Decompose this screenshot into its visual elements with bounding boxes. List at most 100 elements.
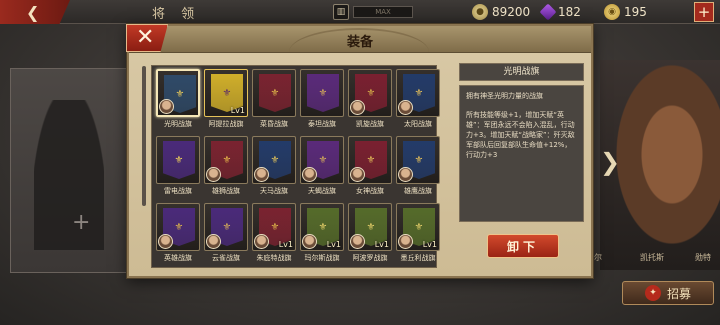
flag-card: ⚜ — [300, 69, 344, 117]
gold-value: 89200 — [492, 5, 531, 19]
general-avatar — [302, 167, 317, 182]
next-general-icon[interactable]: ❯ — [600, 148, 620, 176]
emblem-icon: ⚜ — [270, 87, 280, 99]
flag-item[interactable]: ⚜ 凯旋战旗 — [348, 69, 392, 133]
general-avatar — [159, 99, 174, 114]
flag-name: 墨丘利战旗 — [400, 254, 436, 262]
flag-card: ⚜ — [204, 136, 248, 184]
flag-item[interactable]: ⚜ 英雄战旗 — [156, 203, 200, 267]
emblem-icon: ⚜ — [174, 154, 184, 166]
flag-card: ⚜ — [204, 203, 248, 251]
flag-card: ⚜ Lv1 — [204, 69, 248, 117]
detail-description: 拥有神圣光明力量的战旗 — [466, 92, 543, 100]
flag-item[interactable]: ⚜ 雷电战旗 — [156, 136, 200, 200]
top-bar: ❮ 将 领 ▥ MAX ● 89200 182 ◉ 195 + — [0, 0, 720, 24]
add-general-icon[interactable]: + — [72, 210, 90, 235]
gold-resource: ● 89200 — [472, 3, 530, 21]
general-avatar — [350, 234, 365, 249]
flag-name: 凯旋战旗 — [356, 120, 384, 128]
page-title: 将 领 — [152, 7, 201, 22]
banner-icon: ⚜ — [163, 141, 195, 179]
close-x-icon: ✕ — [136, 25, 155, 50]
flag-item[interactable]: ⚜ Lv1 阿提拉战旗 — [204, 69, 248, 133]
flag-card: ⚜ — [300, 136, 344, 184]
flag-card: ⚜ — [156, 203, 200, 251]
emblem-icon: ⚜ — [366, 221, 376, 233]
flag-item[interactable]: ⚜ Lv1 玛尔斯战旗 — [300, 203, 344, 267]
flag-card: ⚜ — [396, 69, 440, 117]
back-arrow-icon: ❮ — [26, 2, 40, 22]
general-avatar — [398, 100, 413, 115]
flag-card: ⚜ — [396, 136, 440, 184]
flag-card: ⚜ Lv1 — [396, 203, 440, 251]
flag-item[interactable]: ⚜ 雄鹰战旗 — [396, 136, 440, 200]
recruit-icon: ✦ — [644, 285, 661, 301]
flag-level: Lv1 — [374, 240, 389, 249]
flag-name: 云雀战旗 — [212, 254, 240, 262]
flag-card: ⚜ Lv1 — [348, 203, 392, 251]
flag-item[interactable]: ⚜ 太阳战旗 — [396, 69, 440, 133]
flag-card: ⚜ — [252, 69, 296, 117]
emblem-icon: ⚜ — [414, 87, 424, 99]
detail-panel: 拥有神圣光明力量的战旗 所有技能等级+1，增加天赋“英雄”：军团永远不会陷入混乱… — [459, 85, 584, 222]
flag-card: ⚜ Lv1 — [300, 203, 344, 251]
flag-name: 太阳战旗 — [404, 120, 432, 128]
flag-name: 玛尔斯战旗 — [304, 254, 340, 262]
emblem-icon: ⚜ — [270, 154, 280, 166]
emblem-icon: ⚜ — [222, 221, 232, 233]
flag-item[interactable]: ⚜ 天马战旗 — [252, 136, 296, 200]
flag-item[interactable]: ⚜ 雄狮战旗 — [204, 136, 248, 200]
flag-grid-panel: ⚜ 光明战旗 ⚜ Lv1 阿提拉战旗 ⚜ 菜昏战旗 ⚜ 泰坦战旗 ⚜ 凯旋战旗 ⚜ 太阳战旗 ⚜ 雷电战旗 ⚜… — [142, 65, 440, 268]
general-avatar — [206, 167, 221, 182]
detail-title: 光明战旗 — [459, 63, 584, 81]
add-currency-button[interactable]: + — [694, 2, 714, 22]
crystal-icon — [539, 3, 557, 21]
flag-name: 光明战旗 — [164, 120, 192, 128]
detail-effects: 所有技能等级+1，增加天赋“英雄”：军团永远不会陷入混乱，行动力+3。增加天赋“… — [466, 111, 575, 159]
unequip-button[interactable]: 卸下 — [487, 234, 559, 258]
flag-item[interactable]: ⚜ Lv1 阿波罗战旗 — [348, 203, 392, 267]
flag-card: ⚜ — [348, 69, 392, 117]
flag-item[interactable]: ⚜ 泰坦战旗 — [300, 69, 344, 133]
flag-name: 阿提拉战旗 — [208, 120, 244, 128]
flag-item[interactable]: ⚜ 菜昏战旗 — [252, 69, 296, 133]
flag-name: 朱庇特战旗 — [256, 254, 292, 262]
general-avatar — [350, 167, 365, 182]
flag-name: 菜昏战旗 — [260, 120, 288, 128]
flag-card: ⚜ — [156, 136, 200, 184]
equipment-modal: 装备 ✕ ⚜ 光明战旗 ⚜ Lv1 阿提拉战旗 ⚜ 菜昏战旗 ⚜ 泰坦战旗 ⚜ 凯旋战旗 ⚜ 太阳战旗 ⚜… — [126, 24, 593, 278]
emblem-icon: ⚜ — [270, 221, 280, 233]
flag-item[interactable]: ⚜ 女神战旗 — [348, 136, 392, 200]
emblem-icon: ⚜ — [366, 87, 376, 99]
flag-name: 英雄战旗 — [164, 254, 192, 262]
banner-icon: ⚜ — [259, 74, 291, 112]
flag-item[interactable]: ⚜ 天蝎战旗 — [300, 136, 344, 200]
bottom-label-3: 勋特 — [695, 253, 711, 262]
general-avatar — [398, 234, 413, 249]
coin-resource: ◉ 195 — [604, 3, 647, 21]
crystal-value: 182 — [558, 5, 581, 19]
flag-item[interactable]: ⚜ Lv1 朱庇特战旗 — [252, 203, 296, 267]
general-avatar — [254, 167, 269, 182]
back-button[interactable]: ❮ — [0, 0, 70, 24]
flag-name: 天马战旗 — [260, 187, 288, 195]
flag-name: 雷电战旗 — [164, 187, 192, 195]
gold-icon: ● — [472, 4, 488, 20]
general-avatar — [254, 234, 269, 249]
flag-item[interactable]: ⚜ 云雀战旗 — [204, 203, 248, 267]
flag-item[interactable]: ⚜ 光明战旗 — [156, 69, 200, 133]
general-avatar — [302, 234, 317, 249]
flag-level: Lv1 — [422, 240, 437, 249]
flag-card: ⚜ — [252, 136, 296, 184]
building-resource: ▥ MAX — [333, 3, 413, 21]
flag-item[interactable]: ⚜ Lv1 墨丘利战旗 — [396, 203, 440, 267]
recruit-button[interactable]: ✦ 招募 — [622, 281, 714, 305]
general-avatar — [158, 234, 173, 249]
general-avatar — [206, 234, 221, 249]
flag-level: Lv1 — [326, 240, 341, 249]
flag-level: Lv1 — [230, 106, 245, 115]
grid-scrollbar[interactable] — [142, 66, 146, 206]
recruit-label: 招募 — [666, 286, 691, 301]
flag-name: 雄狮战旗 — [212, 187, 240, 195]
flag-card: ⚜ — [348, 136, 392, 184]
